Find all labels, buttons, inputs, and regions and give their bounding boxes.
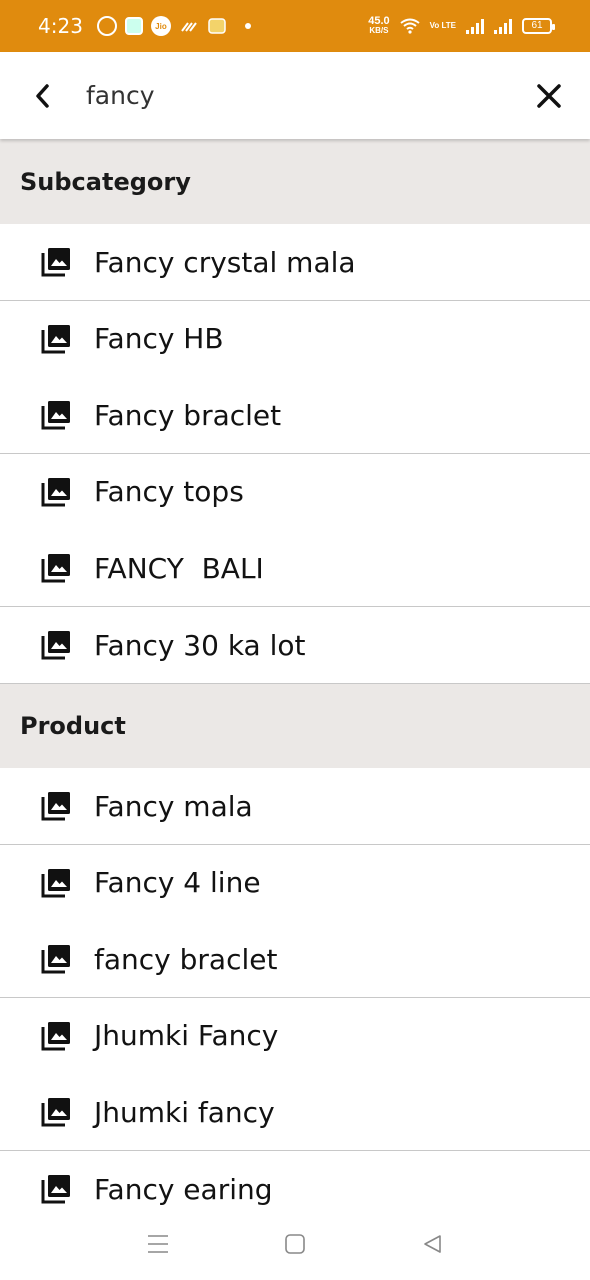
system-icons: 45.0 KB/S Vo LTE 61 (368, 16, 555, 36)
more-notifications-dot-icon (244, 23, 251, 29)
close-icon (537, 83, 561, 108)
nav-home-button[interactable] (275, 1224, 315, 1264)
section-header-subcategory: Subcategory (0, 139, 590, 224)
speed-unit: KB/S (369, 26, 389, 35)
nav-menu-button[interactable] (138, 1224, 178, 1264)
subcategory-list-item[interactable]: Fancy crystal mala (0, 224, 590, 301)
product-list-item[interactable]: Jhumki fancy (0, 1074, 590, 1152)
status-bar: 4:23 Jio 45.0 KB/S Vo LTE 61 (0, 0, 590, 52)
system-nav-bar (0, 1208, 590, 1280)
list-item-label: Fancy crystal mala (94, 245, 356, 279)
signal-strength-2-icon (494, 18, 512, 34)
photo-library-icon (41, 1021, 70, 1051)
app-badge-icon (207, 16, 227, 36)
product-list-item[interactable]: fancy braclet (0, 921, 590, 999)
subcategory-list-item[interactable]: Fancy braclet (0, 377, 590, 455)
list-item-label: Fancy mala (94, 789, 253, 823)
list-item-label: Fancy braclet (94, 398, 282, 432)
list-item-label: Fancy earing (94, 1172, 273, 1206)
photo-library-icon (41, 792, 70, 821)
photo-library-icon (41, 631, 70, 660)
list-item-label: Fancy 30 ka lot (94, 628, 306, 662)
photo-library-icon (41, 477, 70, 507)
subcategory-list-item[interactable]: Fancy HB (0, 300, 590, 378)
subcategory-list-item[interactable]: FANCY BALI (0, 530, 590, 608)
list-item-label: Fancy HB (94, 322, 224, 356)
network-speed: 45.0 KB/S (368, 16, 389, 36)
search-input[interactable] (86, 81, 506, 110)
photo-library-icon (41, 1098, 70, 1127)
list-item-label: Jhumki fancy (94, 1095, 275, 1129)
list-item-label: Fancy 4 line (94, 866, 261, 900)
list-item-label: fancy braclet (94, 942, 278, 976)
whatsapp-icon (96, 16, 117, 36)
notification-icons: Jio (96, 16, 251, 36)
subcategory-list-item[interactable]: Fancy tops (0, 453, 590, 531)
wifi-icon (400, 16, 420, 36)
jio-icon: Jio (150, 16, 171, 36)
photo-library-icon (41, 401, 70, 430)
nav-back-button[interactable] (412, 1224, 452, 1264)
back-triangle-icon (423, 1235, 441, 1253)
back-button[interactable] (18, 71, 68, 121)
signal-strength-1-icon (466, 18, 484, 34)
product-list-item[interactable]: Fancy mala (0, 768, 590, 845)
photo-library-icon (41, 1175, 70, 1204)
list-item-label: Fancy tops (94, 475, 244, 509)
list-item-label: Jhumki Fancy (94, 1019, 279, 1053)
volte-indicator: Vo LTE (429, 21, 456, 30)
speed-value: 45.0 (368, 15, 390, 27)
section-header-product: Product (0, 684, 590, 768)
chevron-left-icon (36, 83, 49, 108)
photo-library-icon (41, 324, 70, 354)
photo-library-icon (41, 868, 70, 898)
product-list-item[interactable]: Fancy 4 line (0, 844, 590, 922)
photo-library-icon (41, 554, 70, 583)
menu-icon (148, 1235, 169, 1253)
signal-arc-icon (179, 16, 199, 36)
battery-icon: 61 (522, 18, 555, 34)
status-time: 4:23 (38, 14, 83, 38)
photo-library-icon (41, 248, 70, 277)
app-notification-icon (124, 17, 143, 35)
home-square-icon (285, 1234, 305, 1254)
clear-search-button[interactable] (524, 71, 574, 121)
list-item-label: FANCY BALI (94, 551, 264, 585)
search-header (0, 52, 590, 139)
subcategory-list-item[interactable]: Fancy 30 ka lot (0, 607, 590, 684)
product-list-item[interactable]: Jhumki Fancy (0, 997, 590, 1075)
photo-library-icon (41, 945, 70, 974)
